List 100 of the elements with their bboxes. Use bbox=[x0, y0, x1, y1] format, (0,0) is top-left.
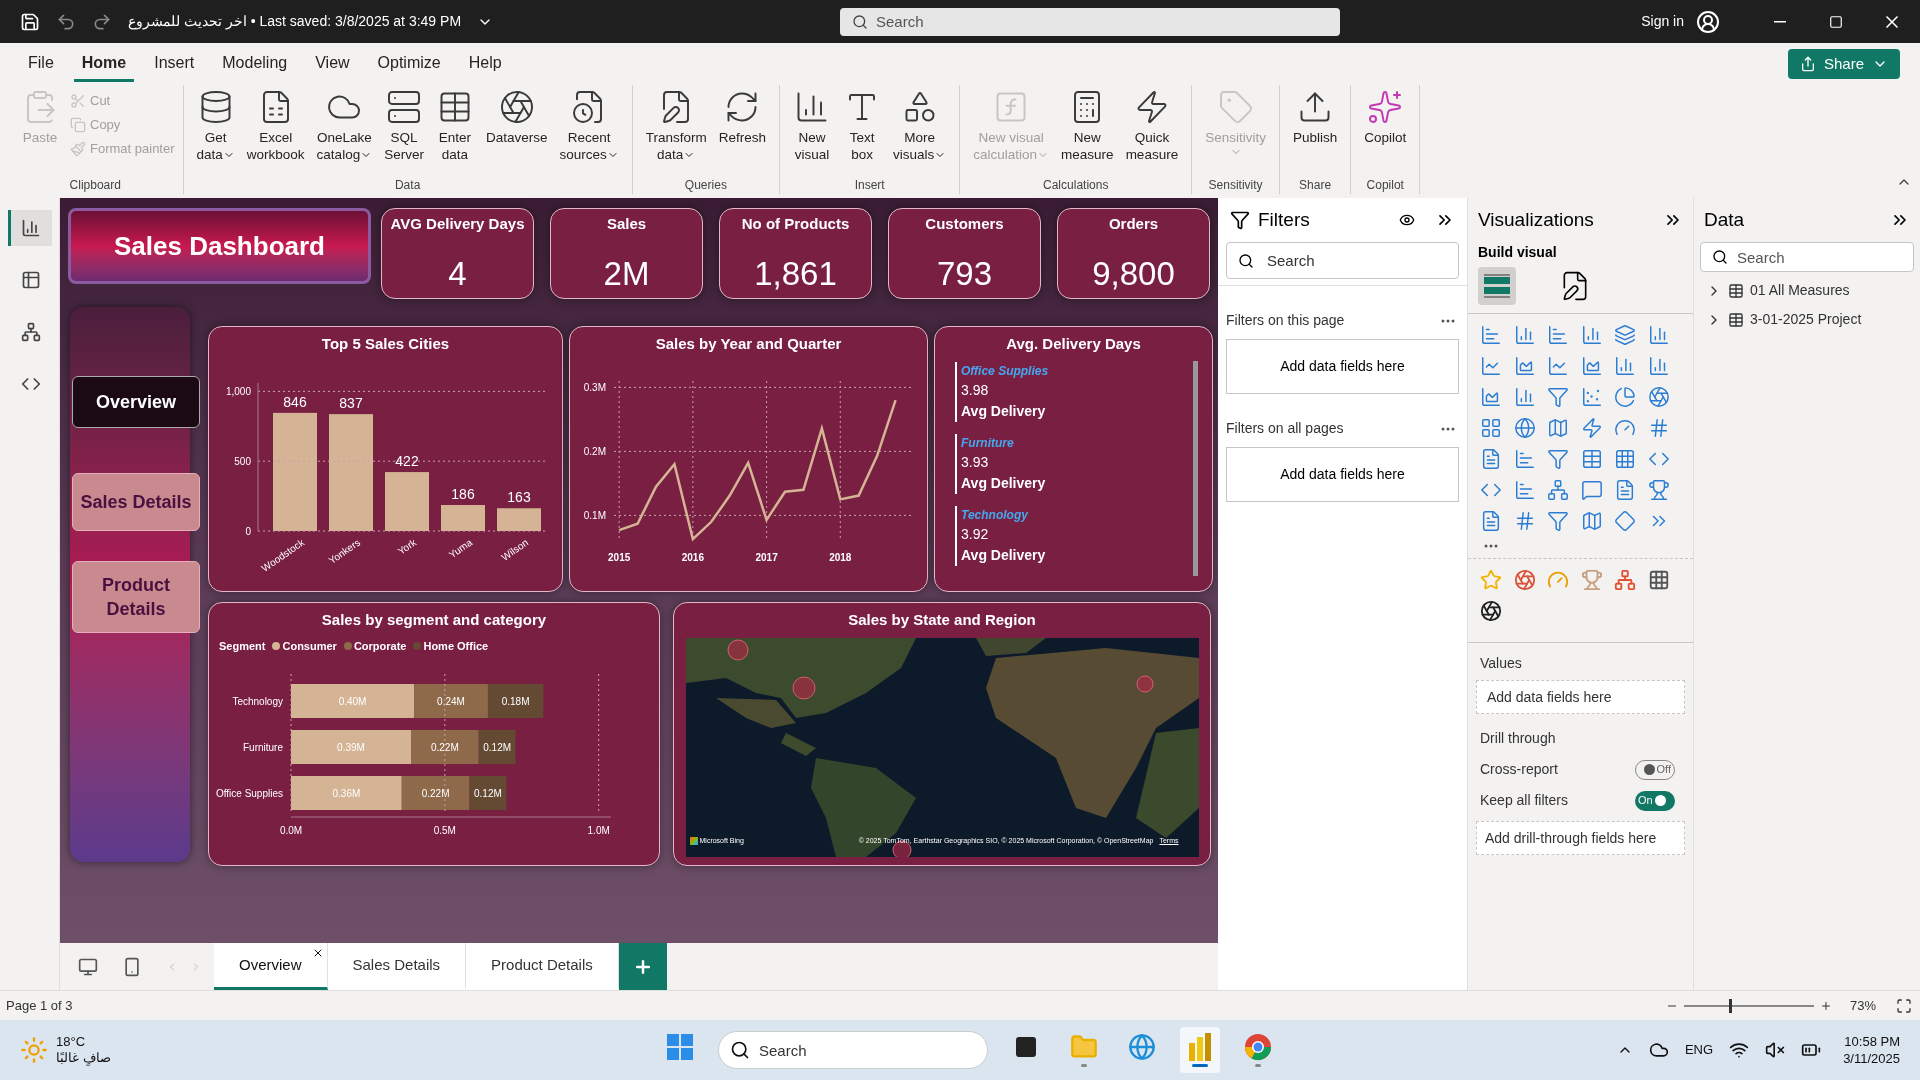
map-icon[interactable] bbox=[1547, 417, 1569, 439]
more-icon[interactable] bbox=[1441, 318, 1455, 323]
column-chart-icon[interactable] bbox=[1614, 355, 1636, 377]
table-item[interactable]: 3-01-2025 Project bbox=[1706, 309, 1920, 330]
menu-tab[interactable]: Modeling bbox=[214, 46, 296, 82]
more-icon[interactable] bbox=[1441, 426, 1455, 431]
desktop-icon[interactable] bbox=[78, 956, 98, 977]
drop-well[interactable]: Add data fields here bbox=[1226, 339, 1459, 394]
area-chart-icon[interactable] bbox=[1480, 386, 1502, 408]
ribbon-button[interactable]: Copilot bbox=[1359, 85, 1412, 176]
ribbon-button[interactable]: Transform data bbox=[640, 85, 712, 176]
map-icon[interactable] bbox=[1580, 510, 1603, 532]
scatter-chart-icon[interactable] bbox=[1580, 386, 1603, 408]
grid-icon[interactable] bbox=[1647, 569, 1670, 591]
zoom-in-icon[interactable] bbox=[1819, 999, 1832, 1012]
save-icon[interactable] bbox=[20, 11, 40, 32]
bar-chart-icon[interactable] bbox=[1480, 324, 1502, 346]
search-field[interactable]: Search bbox=[718, 1031, 988, 1069]
page-tab[interactable]: Overview bbox=[214, 943, 328, 990]
drop-well[interactable]: Add data fields here bbox=[1226, 447, 1459, 502]
eye-icon[interactable] bbox=[1399, 212, 1415, 228]
menu-tab[interactable]: File bbox=[20, 46, 62, 82]
column-chart-icon[interactable] bbox=[1647, 355, 1670, 377]
table-item[interactable]: 01 All Measures bbox=[1706, 280, 1920, 301]
document-icon[interactable] bbox=[1614, 479, 1636, 501]
area-chart-icon[interactable] bbox=[1513, 355, 1536, 377]
column-chart-icon[interactable] bbox=[1513, 324, 1536, 346]
hierarchy-icon[interactable] bbox=[1547, 479, 1569, 501]
wifi-icon[interactable] bbox=[1729, 1040, 1750, 1060]
trophy-icon[interactable] bbox=[1647, 479, 1670, 501]
layers-icon[interactable] bbox=[1614, 324, 1636, 346]
area-chart-icon[interactable] bbox=[1580, 355, 1603, 377]
ribbon-button[interactable]: Excel workbook bbox=[241, 85, 310, 176]
line-chart-icon[interactable] bbox=[1547, 355, 1569, 377]
muted-speaker-icon[interactable] bbox=[1765, 1040, 1786, 1060]
add-page-button[interactable] bbox=[618, 943, 667, 990]
ribbon-button[interactable]: Recent sources bbox=[554, 85, 624, 176]
bar-chart-icon[interactable] bbox=[1513, 479, 1536, 501]
undo-icon[interactable] bbox=[56, 11, 76, 32]
ribbon-button[interactable]: OneLake catalog bbox=[311, 85, 378, 176]
ribbon-button[interactable]: New measure bbox=[1056, 85, 1119, 176]
star-icon[interactable] bbox=[1480, 569, 1502, 591]
drop-well[interactable]: Add drill-through fields here bbox=[1476, 821, 1685, 855]
cloud-icon[interactable] bbox=[1648, 1040, 1669, 1060]
user-icon[interactable] bbox=[1696, 9, 1720, 34]
pie-chart-icon[interactable] bbox=[1614, 386, 1636, 408]
funnel-icon[interactable] bbox=[1547, 510, 1569, 532]
speech-bubble-icon[interactable] bbox=[1580, 479, 1603, 501]
redo-icon[interactable] bbox=[92, 11, 112, 32]
share-button[interactable]: Share bbox=[1787, 49, 1900, 79]
ribbon-button[interactable]: Dataverse bbox=[480, 85, 553, 176]
column-chart-icon[interactable] bbox=[1513, 386, 1536, 408]
column-chart-icon[interactable] bbox=[1647, 324, 1670, 346]
drop-well[interactable]: Add data fields here bbox=[1476, 680, 1685, 714]
ribbon-button[interactable]: Text box bbox=[838, 85, 887, 176]
zoom-slider[interactable] bbox=[1683, 998, 1814, 1013]
report-view-button[interactable] bbox=[7, 210, 52, 246]
page-nav-button[interactable]: Product Details bbox=[72, 561, 200, 633]
search-field[interactable]: Search bbox=[840, 7, 1340, 36]
search-field[interactable]: Search bbox=[1700, 242, 1914, 272]
menu-tab[interactable]: Insert bbox=[146, 46, 203, 82]
ribbon-button[interactable]: SQL Server bbox=[379, 85, 429, 176]
table-icon[interactable] bbox=[1580, 448, 1603, 470]
ribbon-button[interactable]: New visual bbox=[788, 85, 837, 176]
menu-tab[interactable]: Optimize bbox=[369, 46, 449, 82]
document-icon[interactable] bbox=[1480, 510, 1502, 532]
column-chart-icon[interactable] bbox=[1580, 324, 1603, 346]
slider-thumb[interactable] bbox=[1729, 998, 1733, 1013]
ribbon-button[interactable]: Enter data bbox=[430, 85, 479, 176]
grid-icon[interactable] bbox=[1614, 448, 1636, 470]
scrollbar[interactable] bbox=[1193, 361, 1198, 576]
page-nav-button[interactable]: Sales Details bbox=[72, 473, 200, 531]
menu-tab[interactable]: Home bbox=[73, 46, 135, 82]
ribbon-button[interactable]: Get data bbox=[191, 85, 240, 176]
build-visual-tab[interactable] bbox=[1478, 267, 1516, 305]
search-field[interactable]: Search bbox=[1226, 242, 1459, 279]
trophy-icon[interactable] bbox=[1580, 569, 1603, 591]
sign-in-link[interactable]: Sign in bbox=[1641, 11, 1684, 32]
more-icon[interactable] bbox=[1484, 544, 1498, 548]
lightning-icon[interactable] bbox=[1580, 417, 1603, 439]
funnel-icon[interactable] bbox=[1547, 386, 1569, 408]
funnel-icon[interactable] bbox=[1547, 448, 1569, 470]
page-tab[interactable]: Product Details bbox=[466, 943, 619, 990]
hierarchy-icon[interactable] bbox=[1614, 569, 1636, 591]
page-tab[interactable]: Sales Details bbox=[327, 943, 467, 990]
menu-tab[interactable]: View bbox=[307, 46, 358, 82]
bar-chart-icon[interactable] bbox=[1513, 448, 1536, 470]
phone-icon[interactable] bbox=[122, 956, 142, 977]
diamond-icon[interactable] bbox=[1614, 510, 1636, 532]
ribbon-button[interactable]: More visuals bbox=[888, 85, 952, 176]
card-icon[interactable] bbox=[1480, 448, 1502, 470]
ribbon-button[interactable]: Quick measure bbox=[1120, 85, 1184, 176]
bar-chart-icon[interactable] bbox=[1547, 324, 1569, 346]
language-indicator[interactable]: ENG bbox=[1684, 1040, 1714, 1060]
ribbon-button[interactable]: Publish bbox=[1287, 85, 1343, 176]
globe-icon[interactable] bbox=[1513, 417, 1536, 439]
page-nav-button[interactable]: Overview bbox=[72, 376, 200, 428]
ribbon-button[interactable]: Refresh bbox=[713, 85, 772, 176]
menu-tab[interactable]: Help bbox=[460, 46, 510, 82]
fit-page-icon[interactable] bbox=[1894, 997, 1914, 1014]
